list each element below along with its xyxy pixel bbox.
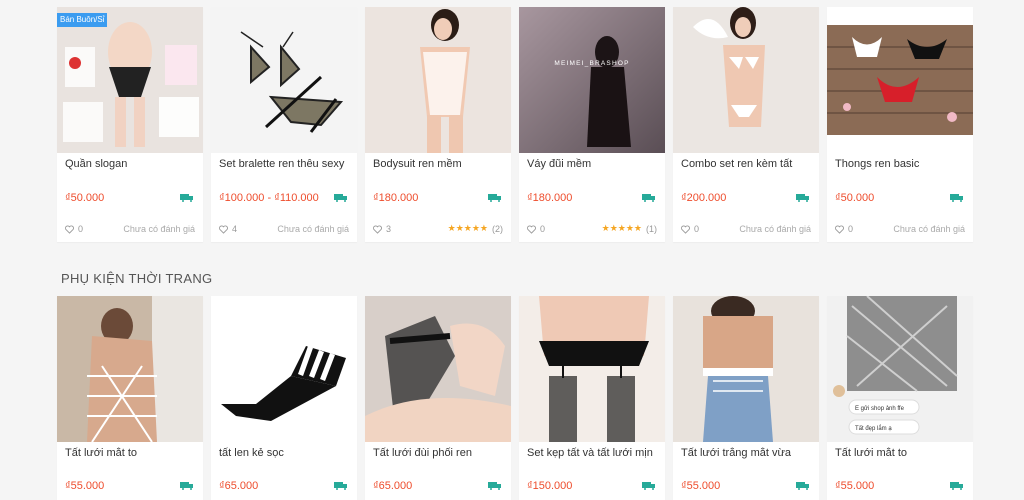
freeship-truck-icon <box>488 194 501 202</box>
product-card[interactable]: E gửi shop ảnh ffe Tất đẹp lắm ạ Tất lướ… <box>827 296 973 500</box>
heart-outline-icon <box>681 224 690 234</box>
like-count-value: 0 <box>694 224 700 234</box>
heart-outline-icon <box>527 224 536 234</box>
freeship-truck-icon <box>180 194 193 202</box>
like-count-value: 4 <box>232 224 238 234</box>
chat-message-1: E gửi shop ảnh ffe <box>855 405 905 412</box>
like-count-value: 0 <box>78 224 84 234</box>
product-price: ₫200.000 <box>681 192 727 204</box>
product-image: E gửi shop ảnh ffe Tất đẹp lắm ạ <box>827 296 973 442</box>
heart-outline-icon <box>219 224 228 234</box>
product-image <box>211 7 357 153</box>
freeship-truck-icon <box>334 194 347 202</box>
product-name[interactable]: Set kẹp tất và tất lưới mịn <box>527 447 657 459</box>
no-rating-text: Chưa có đánh giá <box>123 224 195 234</box>
section-title: PHỤ KIỆN THỜI TRANG <box>61 271 213 286</box>
freeship-truck-icon <box>180 482 193 490</box>
like-count[interactable]: 0 <box>527 224 545 234</box>
product-image <box>57 296 203 442</box>
product-card[interactable]: Tất lưới trắng mắt vừa ₫55.000 <box>673 296 819 500</box>
freeship-truck-icon <box>642 194 655 202</box>
product-price: ₫65.000 <box>373 480 413 492</box>
rating-stars: ★★★★★ (1) <box>602 223 657 234</box>
product-card[interactable]: Bán Buôn/Sỉ Quần slogan ₫50.000 0 Chưa c… <box>57 7 203 242</box>
freeship-truck-icon <box>796 482 809 490</box>
product-price: ₫180.000 <box>373 192 419 204</box>
freeship-truck-icon <box>796 194 809 202</box>
product-price: ₫180.000 <box>527 192 573 204</box>
product-image <box>827 7 973 153</box>
product-price: ₫50.000 <box>835 192 875 204</box>
product-card[interactable]: Thongs ren basic ₫50.000 0 Chưa có đánh … <box>827 7 973 242</box>
heart-outline-icon <box>373 224 382 234</box>
like-count-value: 0 <box>540 224 546 234</box>
like-count[interactable]: 4 <box>219 224 237 234</box>
product-name[interactable]: Bodysuit ren mềm <box>373 158 503 170</box>
heart-outline-icon <box>835 224 844 234</box>
like-count[interactable]: 3 <box>373 224 391 234</box>
product-image <box>365 7 511 153</box>
product-name[interactable]: Thongs ren basic <box>835 158 965 170</box>
product-name[interactable]: Quần slogan <box>65 158 195 170</box>
product-image: Bán Buôn/Sỉ <box>57 7 203 153</box>
freeship-truck-icon <box>950 482 963 490</box>
no-rating-text: Chưa có đánh giá <box>277 224 349 234</box>
product-name[interactable]: Tất lưới mắt to <box>65 447 195 459</box>
no-rating-text: Chưa có đánh giá <box>893 224 965 234</box>
freeship-truck-icon <box>334 482 347 490</box>
like-count[interactable]: 0 <box>835 224 853 234</box>
product-name[interactable]: tất len kẻ sọc <box>219 447 349 459</box>
product-card[interactable]: tất len kẻ sọc ₫65.000 <box>211 296 357 500</box>
like-count[interactable]: 0 <box>681 224 699 234</box>
product-price: ₫55.000 <box>681 480 721 492</box>
product-name[interactable]: Tất lưới đùi phối ren <box>373 447 503 459</box>
product-card[interactable]: Combo set ren kèm tất ₫200.000 0 Chưa có… <box>673 7 819 242</box>
wholesale-badge: Bán Buôn/Sỉ <box>57 13 108 27</box>
product-price: ₫55.000 <box>65 480 105 492</box>
product-image <box>365 296 511 442</box>
product-grid-row-2: Tất lưới mắt to ₫55.000 tất len kẻ sọc ₫… <box>57 296 973 500</box>
chat-message-2: Tất đẹp lắm ạ <box>855 425 892 432</box>
product-card[interactable]: Tất lưới mắt to ₫55.000 <box>57 296 203 500</box>
rating-count: (2) <box>492 223 503 234</box>
no-rating-text: Chưa có đánh giá <box>739 224 811 234</box>
product-image <box>673 296 819 442</box>
product-card[interactable]: Set bralette ren thêu sexy ₫100.000 - ₫1… <box>211 7 357 242</box>
product-price: ₫50.000 <box>65 192 105 204</box>
product-name[interactable]: Váy đũi mềm <box>527 158 657 170</box>
product-grid-row-1: Bán Buôn/Sỉ Quần slogan ₫50.000 0 Chưa c… <box>57 7 973 242</box>
product-image <box>211 296 357 442</box>
product-card[interactable]: Tất lưới đùi phối ren ₫65.000 <box>365 296 511 500</box>
like-count-value: 0 <box>848 224 854 234</box>
product-name[interactable]: Combo set ren kèm tất <box>681 158 811 170</box>
freeship-truck-icon <box>950 194 963 202</box>
product-card[interactable]: Bodysuit ren mềm ₫180.000 3 ★★★★★ (2) <box>365 7 511 242</box>
like-count[interactable]: 0 <box>65 224 83 234</box>
star-icons: ★★★★★ <box>447 223 488 233</box>
product-image <box>673 7 819 153</box>
product-price: ₫150.000 <box>527 480 573 492</box>
star-icons: ★★★★★ <box>601 223 642 233</box>
product-price: ₫55.000 <box>835 480 875 492</box>
rating-stars: ★★★★★ (2) <box>448 223 503 234</box>
rating-count: (1) <box>646 223 657 234</box>
watermark-text: MEIMEI_BRASHOP <box>554 60 629 67</box>
freeship-truck-icon <box>642 482 655 490</box>
product-image <box>519 296 665 442</box>
product-price: ₫65.000 <box>219 480 259 492</box>
freeship-truck-icon <box>488 482 501 490</box>
product-image: MEIMEI_BRASHOP <box>519 7 665 153</box>
heart-outline-icon <box>65 224 74 234</box>
product-card[interactable]: MEIMEI_BRASHOP Váy đũi mềm ₫180.000 0 ★★… <box>519 7 665 242</box>
product-card[interactable]: Set kẹp tất và tất lưới mịn ₫150.000 <box>519 296 665 500</box>
like-count-value: 3 <box>386 224 392 234</box>
product-price: ₫100.000 - ₫110.000 <box>219 192 319 204</box>
product-name[interactable]: Tất lưới mắt to <box>835 447 965 459</box>
product-name[interactable]: Tất lưới trắng mắt vừa <box>681 447 811 459</box>
product-name[interactable]: Set bralette ren thêu sexy <box>219 158 349 170</box>
